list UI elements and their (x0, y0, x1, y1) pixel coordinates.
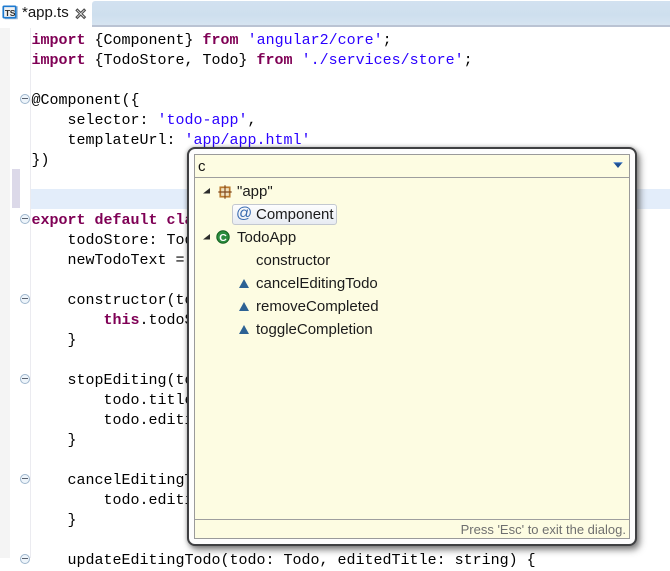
svg-text:TS: TS (5, 8, 16, 18)
svg-text:C: C (219, 232, 227, 244)
